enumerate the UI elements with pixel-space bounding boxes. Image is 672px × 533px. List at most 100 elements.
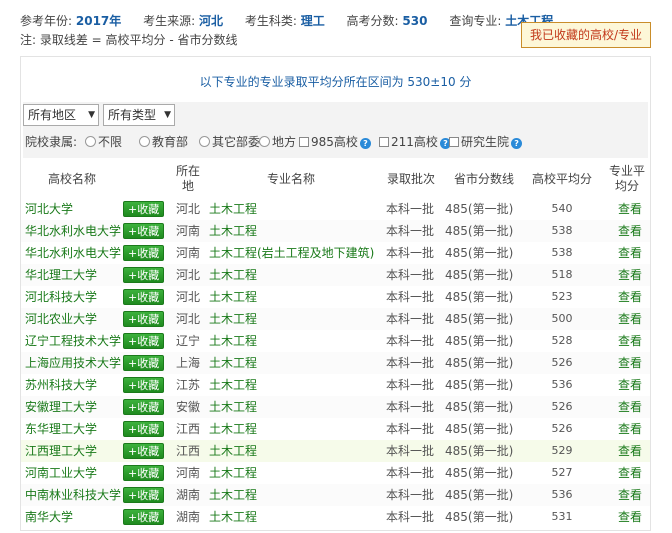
school-link[interactable]: 上海应用技术大学 [25,352,121,374]
view-link[interactable]: 查看 [605,418,655,440]
school-link[interactable]: 河北大学 [25,198,73,220]
checkbox-icon[interactable] [299,137,309,147]
region-select[interactable]: 所有地区 ▼ [23,104,99,126]
major-link[interactable]: 土木工程 [209,264,257,286]
affiliation-radio-local[interactable]: 地方 [259,133,296,150]
view-link[interactable]: 查看 [605,308,655,330]
add-favorite-button[interactable]: +收藏 [123,509,165,525]
add-favorite-button[interactable]: +收藏 [123,377,165,393]
checkbox-985[interactable]: 985高校? [299,133,371,150]
school-link[interactable]: 华北水利水电大学 [25,242,121,264]
radio-icon[interactable] [139,136,150,147]
help-icon[interactable]: ? [359,138,371,149]
add-favorite-button[interactable]: +收藏 [123,487,165,503]
add-favorite-button[interactable]: +收藏 [123,311,165,327]
school-link[interactable]: 安徽理工大学 [25,396,97,418]
school-link[interactable]: 华北理工大学 [25,264,97,286]
checkbox-label: 211高校 [391,135,438,149]
score-range-notice: 以下专业的专业录取平均分所在区间为 530±10 分 [199,75,472,89]
major-link[interactable]: 土木工程 [209,352,257,374]
add-favorite-button[interactable]: +收藏 [123,201,165,217]
add-favorite-button[interactable]: +收藏 [123,443,165,459]
major-link[interactable]: 土木工程 [209,462,257,484]
view-link[interactable]: 查看 [605,506,655,528]
province-line-cell: 485(第一批) [445,202,514,216]
table-row: 南华大学 +收藏 湖南 土木工程 本科一批 485(第一批) 531 查看 [21,506,650,528]
type-select[interactable]: 所有类型 ▼ [103,104,175,126]
add-favorite-button[interactable]: +收藏 [123,421,165,437]
checkbox-icon[interactable] [449,137,459,147]
school-link[interactable]: 华北水利水电大学 [25,220,121,242]
school-link[interactable]: 南华大学 [25,506,73,528]
batch-cell: 本科一批 [386,290,435,304]
batch-cell: 本科一批 [386,510,435,524]
province-line-cell: 485(第一批) [445,312,514,326]
add-favorite-button[interactable]: +收藏 [123,333,165,349]
view-link[interactable]: 查看 [605,462,655,484]
add-favorite-button[interactable]: +收藏 [123,399,165,415]
major-link[interactable]: 土木工程 [209,506,257,528]
filter-bar: 所有地区 ▼ 所有类型 ▼ 院校隶属: 不限 教育部 其它部委 地方 985高校… [23,102,648,158]
batch-cell: 本科一批 [386,356,435,370]
checkbox-grad-school[interactable]: 研究生院? [449,133,523,150]
radio-icon[interactable] [259,136,270,147]
view-link[interactable]: 查看 [605,264,655,286]
location-cell: 河北 [175,202,200,216]
view-link[interactable]: 查看 [605,352,655,374]
view-link[interactable]: 查看 [605,440,655,462]
major-link[interactable]: 土木工程 [209,220,257,242]
school-link[interactable]: 东华理工大学 [25,418,97,440]
major-link[interactable]: 土木工程 [209,440,257,462]
school-avg-cell: 540 [551,202,573,215]
school-link[interactable]: 河南工业大学 [25,462,97,484]
school-link[interactable]: 苏州科技大学 [25,374,97,396]
add-favorite-button[interactable]: +收藏 [123,289,165,305]
query-summary: 参考年份: 2017年 考生来源: 河北 考生科类: 理工 高考分数: 530 … [20,12,571,29]
school-avg-cell: 528 [551,334,573,347]
school-link[interactable]: 中南林业科技大学 [25,484,121,506]
major-link[interactable]: 土木工程 [209,418,257,440]
checkbox-label: 985高校 [311,135,358,149]
major-link[interactable]: 土木工程 [209,330,257,352]
view-link[interactable]: 查看 [605,330,655,352]
checkbox-icon[interactable] [379,137,389,147]
major-link[interactable]: 土木工程 [209,396,257,418]
province-line-cell: 485(第一批) [445,510,514,524]
major-link[interactable]: 土木工程 [209,286,257,308]
my-favorites-button[interactable]: 我已收藏的高校/专业 [521,22,651,48]
view-link[interactable]: 查看 [605,220,655,242]
add-favorite-button[interactable]: +收藏 [123,245,165,261]
major-link[interactable]: 土木工程 [209,198,257,220]
view-link[interactable]: 查看 [605,484,655,506]
major-link[interactable]: 土木工程 [209,374,257,396]
view-link[interactable]: 查看 [605,286,655,308]
table-row: 东华理工大学 +收藏 江西 土木工程 本科一批 485(第一批) 526 查看 [21,418,650,440]
view-link[interactable]: 查看 [605,374,655,396]
major-link[interactable]: 土木工程 [209,308,257,330]
view-link[interactable]: 查看 [605,396,655,418]
radio-icon[interactable] [85,136,96,147]
major-link[interactable]: 土木工程(岩土工程及地下建筑) [209,242,374,264]
checkbox-label: 研究生院 [461,135,510,149]
add-favorite-button[interactable]: +收藏 [123,465,165,481]
school-link[interactable]: 河北农业大学 [25,308,97,330]
affiliation-radio-unlimited[interactable]: 不限 [85,133,122,150]
school-link[interactable]: 河北科技大学 [25,286,97,308]
major-link[interactable]: 土木工程 [209,484,257,506]
checkbox-211[interactable]: 211高校? [379,133,451,150]
subject-value: 理工 [300,14,325,28]
add-favorite-button[interactable]: +收藏 [123,267,165,283]
batch-cell: 本科一批 [386,400,435,414]
add-favorite-button[interactable]: +收藏 [123,355,165,371]
radio-icon[interactable] [199,136,210,147]
school-link[interactable]: 辽宁工程技术大学 [25,330,121,352]
view-link[interactable]: 查看 [605,198,655,220]
location-cell: 江西 [175,422,200,436]
affiliation-radio-other-ministry[interactable]: 其它部委 [199,133,260,150]
view-link[interactable]: 查看 [605,242,655,264]
help-icon[interactable]: ? [511,138,523,149]
add-favorite-button[interactable]: +收藏 [123,223,165,239]
school-link[interactable]: 江西理工大学 [25,440,97,462]
affiliation-radio-ministry[interactable]: 教育部 [139,133,188,150]
table-row: 苏州科技大学 +收藏 江苏 土木工程 本科一批 485(第一批) 536 查看 [21,374,650,396]
